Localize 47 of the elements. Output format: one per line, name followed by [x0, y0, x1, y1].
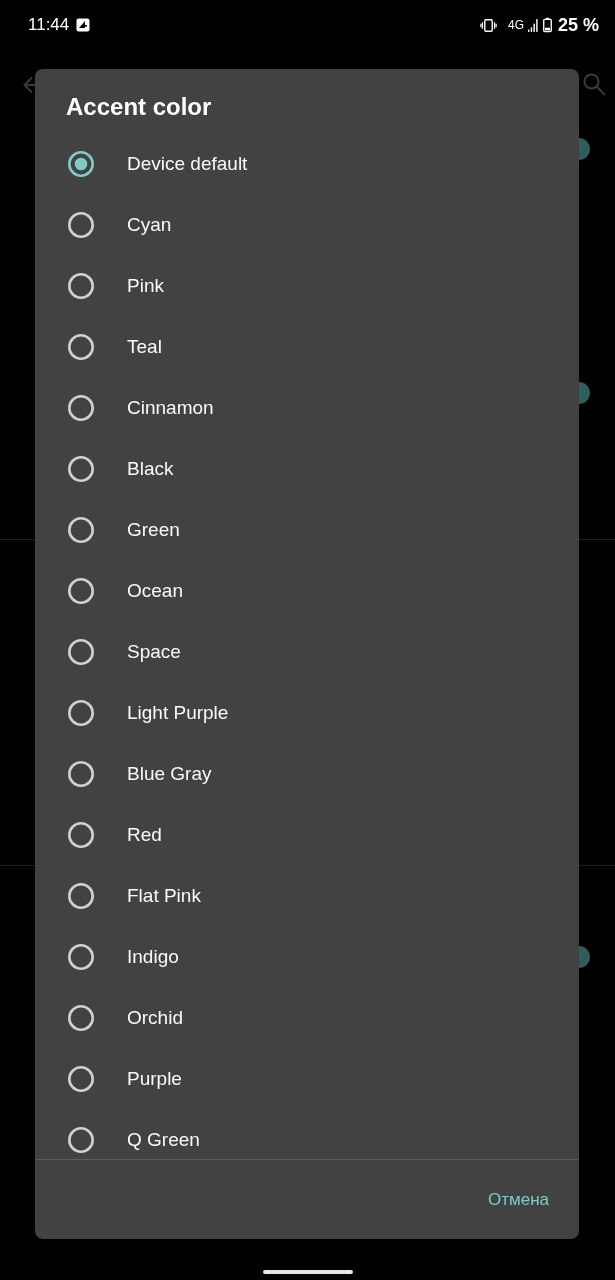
- status-time: 11:44: [28, 15, 70, 35]
- radio-button[interactable]: [68, 882, 94, 909]
- battery-percent: 25 %: [557, 14, 599, 36]
- notification-icon: [76, 18, 91, 32]
- option-label[interactable]: Light Purple: [127, 701, 229, 724]
- radio-button[interactable]: [68, 577, 94, 604]
- option-label[interactable]: Cinnamon: [127, 396, 214, 419]
- radio-button[interactable]: [68, 638, 94, 665]
- battery-icon: [542, 17, 552, 33]
- option-label[interactable]: Black: [127, 457, 174, 480]
- radio-button[interactable]: [68, 821, 94, 848]
- radio-button[interactable]: [68, 1126, 94, 1153]
- radio-button[interactable]: [68, 1065, 94, 1092]
- option-label[interactable]: Teal: [127, 335, 162, 358]
- option-label[interactable]: Ocean: [127, 579, 183, 602]
- radio-button[interactable]: [68, 760, 94, 787]
- option-label[interactable]: Space: [127, 640, 181, 663]
- option-label[interactable]: Indigo: [127, 945, 179, 968]
- option-label[interactable]: Orchid: [127, 1006, 183, 1029]
- option-label[interactable]: Q Green: [127, 1128, 200, 1151]
- option-label[interactable]: Red: [127, 823, 162, 846]
- radio-button[interactable]: [68, 211, 94, 238]
- radio-button[interactable]: [68, 1004, 94, 1031]
- vibrate-icon: [479, 18, 497, 32]
- option-label[interactable]: Blue Gray: [127, 762, 212, 785]
- switch-thumb[interactable]: [579, 946, 590, 968]
- network-type: 4G: [507, 18, 524, 32]
- radio-button[interactable]: [68, 699, 94, 726]
- dialog-title: Accent color: [66, 92, 212, 122]
- switch-thumb[interactable]: [579, 382, 590, 404]
- radio-button[interactable]: [68, 943, 94, 970]
- cancel-button[interactable]: Отмена: [476, 1181, 561, 1218]
- radio-button[interactable]: [68, 394, 94, 421]
- home-indicator[interactable]: [262, 1270, 353, 1274]
- option-label[interactable]: Device default: [127, 152, 248, 175]
- switch-thumb[interactable]: [579, 138, 590, 160]
- radio-button[interactable]: [68, 516, 94, 543]
- radio-button[interactable]: [68, 150, 94, 177]
- radio-button[interactable]: [68, 455, 94, 482]
- option-label[interactable]: Pink: [127, 274, 164, 297]
- option-label[interactable]: Cyan: [127, 213, 172, 236]
- signal-icon: [527, 18, 538, 32]
- option-label[interactable]: Purple: [127, 1067, 182, 1090]
- option-label[interactable]: Flat Pink: [127, 884, 201, 907]
- option-label[interactable]: Green: [127, 518, 180, 541]
- radio-button[interactable]: [68, 333, 94, 360]
- radio-button[interactable]: [68, 272, 94, 299]
